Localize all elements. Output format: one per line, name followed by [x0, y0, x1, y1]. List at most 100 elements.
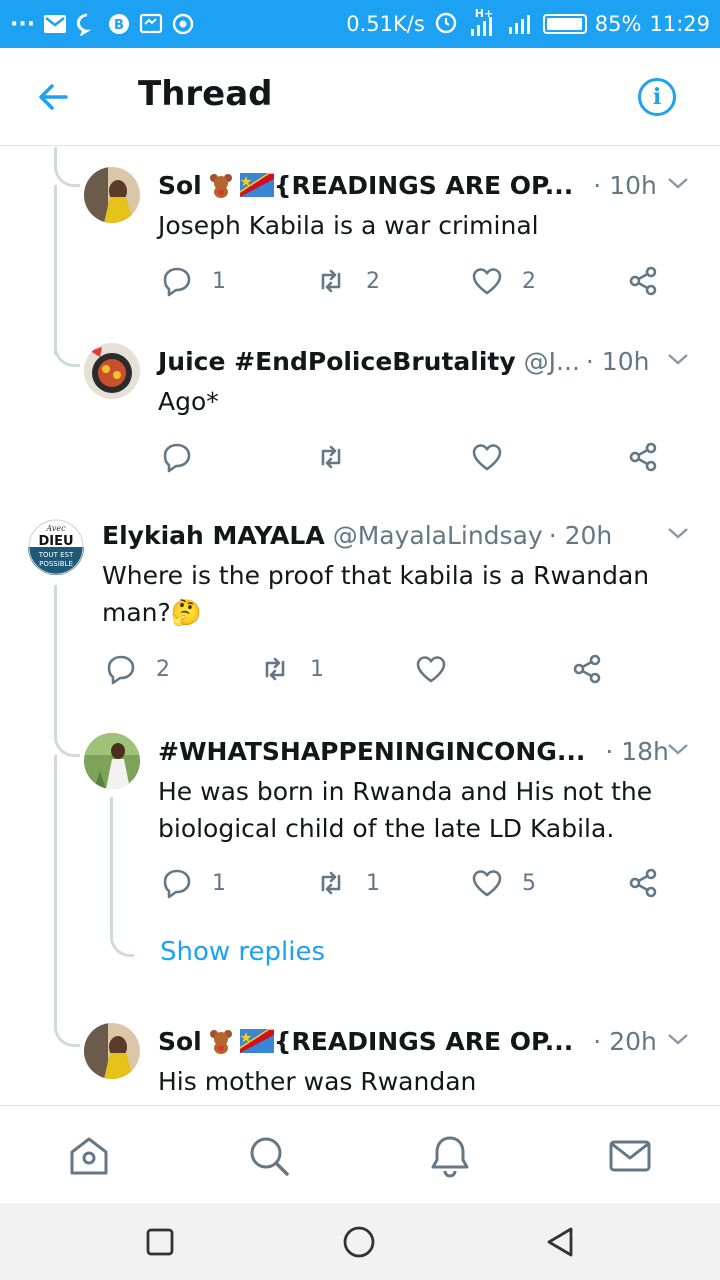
- tweet[interactable]: #WHATSHAPPENINGINCONG... · 18h He was bo…: [0, 717, 720, 917]
- tweet-text: His mother was Rwandan: [158, 1067, 477, 1096]
- chevron-down-icon[interactable]: [666, 171, 690, 195]
- share-icon: [629, 868, 657, 898]
- reply-button[interactable]: 2: [104, 649, 170, 689]
- battery-icon: [542, 14, 587, 34]
- page-title: Thread: [138, 74, 273, 114]
- signal-icon: [505, 7, 535, 42]
- tweet-text-line: He was born in Rwanda and His not the: [158, 777, 653, 806]
- tweet-time: · 20h: [593, 1026, 657, 1056]
- info-icon[interactable]: i: [638, 78, 676, 116]
- retweet-button[interactable]: 1: [314, 863, 380, 903]
- like-button[interactable]: 2: [470, 261, 536, 301]
- reply-count: 1: [212, 268, 226, 294]
- avatar[interactable]: [84, 343, 140, 399]
- reply-button[interactable]: 1: [160, 863, 226, 903]
- like-count: 5: [522, 870, 536, 896]
- avatar[interactable]: Avec DIEU TOUT EST POSSIBLE: [28, 519, 84, 575]
- tweet-header: Elykiah MAYALA @MayalaLindsay · 20h: [102, 517, 612, 553]
- messages-icon[interactable]: [607, 1133, 653, 1179]
- avatar[interactable]: [84, 167, 140, 223]
- share-icon: [573, 654, 601, 684]
- chevron-down-icon[interactable]: [666, 521, 690, 545]
- tweet-text: He was born in Rwanda and His not the bi…: [158, 773, 652, 847]
- like-button[interactable]: [414, 649, 448, 689]
- display-name[interactable]: Sol: [158, 1027, 202, 1056]
- tweet-text-line: biological child of the late LD Kabila.: [158, 814, 615, 843]
- home-circle-icon[interactable]: [342, 1225, 376, 1259]
- reply-icon: [107, 655, 135, 685]
- show-replies-link[interactable]: Show replies: [160, 937, 325, 967]
- battery-level: 85%: [594, 12, 642, 36]
- bottom-nav: [0, 1105, 720, 1203]
- tweet-time: · 20h: [548, 520, 613, 550]
- display-name-suffix: {READINGS ARE OP...: [273, 1026, 574, 1056]
- heart-icon: [472, 444, 502, 471]
- share-button[interactable]: [626, 863, 660, 903]
- clock: 11:29: [649, 12, 710, 36]
- display-name[interactable]: Juice #EndPoliceBrutality: [158, 347, 516, 376]
- drc-flag-emoji: [239, 173, 274, 197]
- share-button[interactable]: [626, 261, 660, 301]
- system-nav-bar: [0, 1203, 720, 1280]
- tweet-text: Joseph Kabila is a war criminal: [158, 211, 539, 240]
- home-icon[interactable]: [66, 1133, 112, 1179]
- tweet-actions: 2 1: [104, 649, 624, 689]
- retweet-count: 2: [366, 268, 380, 294]
- avatar[interactable]: [84, 1023, 140, 1079]
- reply-button[interactable]: [160, 437, 194, 477]
- tweet[interactable]: Sol {READINGS ARE OP... · 20h His mother…: [0, 1003, 720, 1105]
- tweet-actions: 1 2 2: [160, 261, 680, 301]
- status-right: 0.51K/s H+ 85% 11:29: [346, 0, 710, 48]
- chevron-down-icon[interactable]: [666, 347, 690, 371]
- tweet-text: Ago*: [158, 387, 219, 416]
- username[interactable]: @J...: [524, 347, 580, 376]
- sync-icon: [171, 12, 195, 36]
- tweet-time: · 10h: [585, 346, 650, 376]
- tweet-time: · 10h: [593, 170, 657, 200]
- retweet-button[interactable]: 1: [258, 649, 324, 689]
- app-header: Thread i: [0, 48, 720, 146]
- more-dots-icon: ···: [10, 11, 36, 37]
- heart-icon: [472, 870, 502, 897]
- tweet[interactable]: Juice #EndPoliceBrutality @J... · 10h Ag…: [0, 323, 720, 499]
- like-button[interactable]: [470, 437, 504, 477]
- tweet-header: #WHATSHAPPENINGINCONG... · 18h: [158, 733, 669, 769]
- tweet[interactable]: Sol {READINGS ARE OP... · 10h Joseph Kab…: [0, 147, 720, 323]
- thread-content[interactable]: Sol {READINGS ARE OP... · 10h Joseph Kab…: [0, 147, 720, 1105]
- heart-icon: [472, 268, 502, 295]
- app-icon: B: [107, 12, 131, 36]
- retweet-button[interactable]: [314, 437, 348, 477]
- svg-text:B: B: [114, 18, 124, 33]
- display-name-suffix: {READINGS ARE OP...: [273, 170, 574, 200]
- share-button[interactable]: [626, 437, 660, 477]
- tweet-time: · 18h: [605, 736, 669, 766]
- tweet-text-line: Where is the proof that kabila is a Rwan…: [102, 561, 650, 590]
- notifications-icon[interactable]: [427, 1133, 473, 1179]
- tweet-actions: 1 1 5: [160, 863, 680, 903]
- tweet-header: Juice #EndPoliceBrutality @J... · 10h: [158, 343, 649, 379]
- chevron-down-icon[interactable]: [666, 1027, 690, 1051]
- chevron-down-icon[interactable]: [666, 737, 690, 761]
- display-name[interactable]: #WHATSHAPPENINGINCONG...: [158, 737, 585, 766]
- username[interactable]: @MayalaLindsay: [333, 521, 543, 550]
- share-icon: [629, 442, 657, 472]
- alarm-icon: [433, 9, 459, 40]
- like-button[interactable]: 5: [470, 863, 536, 903]
- search-icon[interactable]: [246, 1133, 292, 1179]
- share-button[interactable]: [570, 649, 604, 689]
- retweet-button[interactable]: 2: [314, 261, 380, 301]
- display-name[interactable]: Elykiah MAYALA: [102, 521, 325, 550]
- chat-bubble-icon: [75, 12, 99, 36]
- retweet-icon: [265, 657, 285, 681]
- recents-square-icon[interactable]: [143, 1225, 177, 1259]
- retweet-count: 1: [310, 656, 324, 682]
- avatar[interactable]: [84, 733, 140, 789]
- back-arrow-icon[interactable]: [30, 74, 76, 120]
- reply-button[interactable]: 1: [160, 261, 226, 301]
- back-triangle-icon[interactable]: [543, 1225, 577, 1259]
- tweet[interactable]: Avec DIEU TOUT EST POSSIBLE Elykiah MAYA…: [0, 499, 720, 717]
- display-name[interactable]: Sol: [158, 171, 202, 200]
- svg-text:POSSIBLE: POSSIBLE: [39, 560, 73, 568]
- retweet-icon: [321, 445, 341, 469]
- tweet-actions: [160, 437, 680, 477]
